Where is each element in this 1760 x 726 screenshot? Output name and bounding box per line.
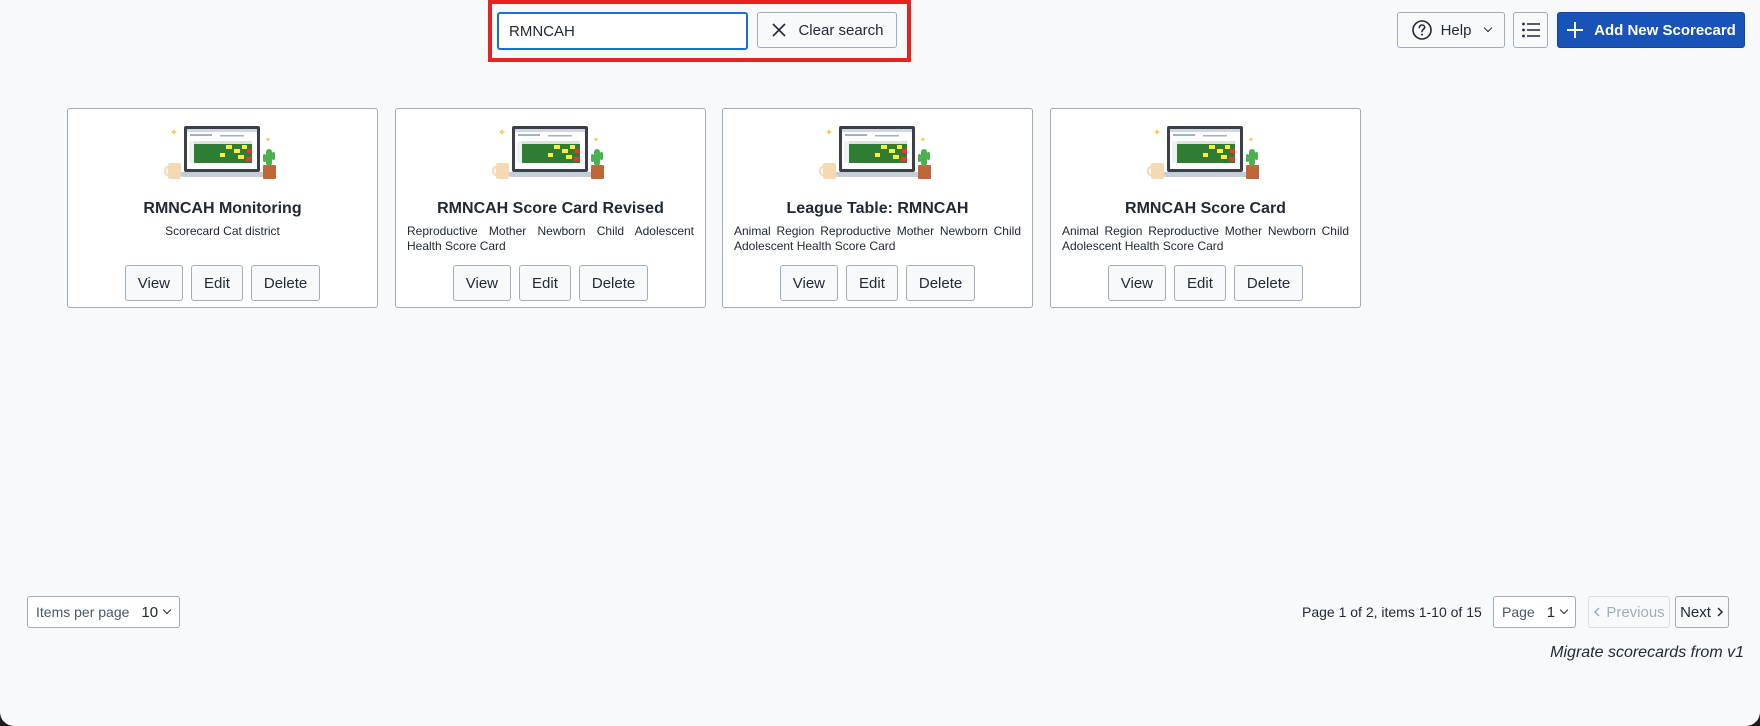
delete-button[interactable]: Delete <box>905 265 976 301</box>
view-button[interactable]: View <box>452 265 512 301</box>
scorecard-title: RMNCAH Score Card Revised <box>437 200 664 217</box>
help-button[interactable]: Help <box>1397 12 1505 48</box>
chevron-left-icon <box>1594 607 1600 617</box>
page-select[interactable]: Page 1 <box>1493 596 1576 628</box>
edit-button[interactable]: Edit <box>1174 265 1226 301</box>
card-actions: View Edit Delete <box>1051 265 1360 301</box>
scorecard-title: League Table: RMNCAH <box>786 200 969 217</box>
migrate-scorecards-link[interactable]: Migrate scorecards from v1 <box>1550 644 1744 662</box>
add-new-scorecard-label: Add New Scorecard <box>1594 21 1736 39</box>
card-actions: View Edit Delete <box>396 265 705 301</box>
items-per-page-value: 10 <box>141 603 159 621</box>
add-new-scorecard-button[interactable]: Add New Scorecard <box>1557 12 1745 48</box>
chevron-down-icon <box>1559 605 1569 615</box>
chevron-down-icon <box>1484 23 1493 33</box>
scorecard-thumbnail <box>818 125 932 180</box>
chevron-right-icon <box>1717 607 1723 617</box>
list-icon <box>1521 22 1540 38</box>
delete-button[interactable]: Delete <box>578 265 649 301</box>
scorecard-title: RMNCAH Score Card <box>1125 200 1286 217</box>
edit-button[interactable]: Edit <box>846 265 898 301</box>
previous-label: Previous <box>1606 603 1665 621</box>
scorecard-description: Scorecard Cat district <box>165 224 280 238</box>
next-label: Next <box>1680 603 1711 621</box>
clear-search-label: Clear search <box>798 21 884 39</box>
view-button[interactable]: View <box>779 265 839 301</box>
scorecard-title: RMNCAH Monitoring <box>143 200 302 217</box>
scorecard-card: RMNCAH Score Card Animal Region Reproduc… <box>1050 108 1361 308</box>
view-button[interactable]: View <box>124 265 184 301</box>
help-label: Help <box>1440 21 1472 39</box>
scorecard-description: Animal Region Reproductive Mother Newbor… <box>734 224 1021 253</box>
scorecard-description: Reproductive Mother Newborn Child Adoles… <box>407 224 694 253</box>
delete-button[interactable]: Delete <box>1233 265 1304 301</box>
scorecard-description: Animal Region Reproductive Mother Newbor… <box>1062 224 1349 253</box>
pagination-summary: Page 1 of 2, items 1-10 of 15 <box>1302 604 1482 620</box>
next-page-button[interactable]: Next <box>1675 596 1729 628</box>
view-button[interactable]: View <box>1107 265 1167 301</box>
delete-button[interactable]: Delete <box>250 265 321 301</box>
scorecard-card: League Table: RMNCAH Animal Region Repro… <box>722 108 1033 308</box>
edit-button[interactable]: Edit <box>519 265 571 301</box>
chevron-down-icon <box>162 605 172 615</box>
previous-page-button[interactable]: Previous <box>1588 596 1670 628</box>
close-icon <box>772 23 787 37</box>
scorecard-card: RMNCAH Monitoring Scorecard Cat district… <box>67 108 378 308</box>
scorecard-thumbnail <box>491 125 605 180</box>
card-actions: View Edit Delete <box>723 265 1032 301</box>
help-circle-icon <box>1411 20 1432 40</box>
card-actions: View Edit Delete <box>68 265 377 301</box>
items-per-page-label: Items per page <box>36 604 130 620</box>
scorecard-card: RMNCAH Score Card Revised Reproductive M… <box>395 108 706 308</box>
edit-button[interactable]: Edit <box>191 265 243 301</box>
search-input[interactable] <box>497 12 748 50</box>
scorecard-thumbnail <box>163 125 277 180</box>
items-per-page-select[interactable]: Items per page 10 <box>27 596 180 628</box>
plus-icon <box>1567 22 1584 38</box>
page-label: Page <box>1502 604 1535 620</box>
scorecard-list-page: Clear search Help Add New Scorecard RMNC… <box>0 0 1760 726</box>
clear-search-button[interactable]: Clear search <box>757 12 897 48</box>
list-view-button[interactable] <box>1513 12 1548 48</box>
scorecard-thumbnail <box>1146 125 1260 180</box>
page-value: 1 <box>1546 603 1556 621</box>
